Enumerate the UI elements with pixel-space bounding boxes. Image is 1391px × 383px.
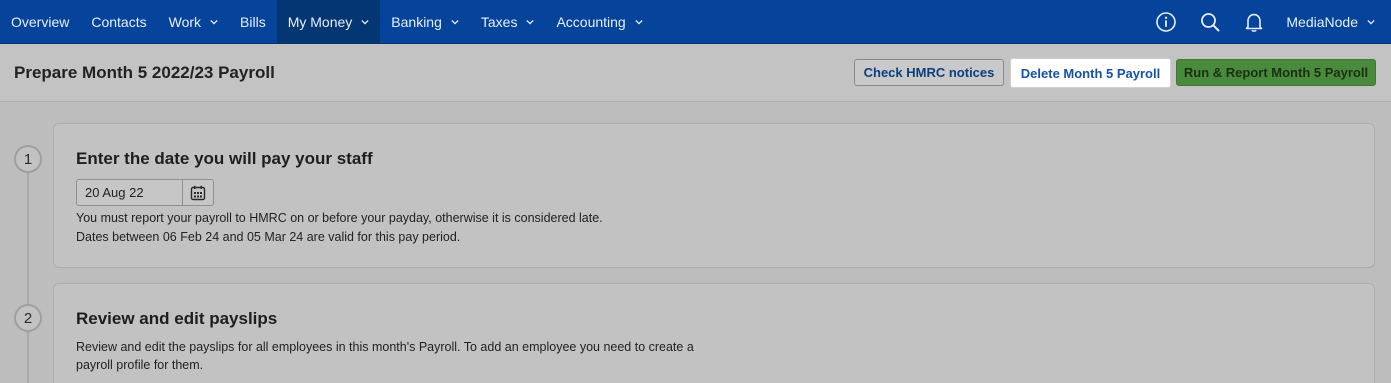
- nav-label: Accounting: [556, 13, 626, 30]
- nav-contacts[interactable]: Contacts: [80, 0, 157, 43]
- page-title: Prepare Month 5 2022/23 Payroll: [14, 63, 275, 82]
- top-nav: Overview Contacts Work Bills My Money Ba…: [0, 0, 1391, 44]
- step-number-1: 1: [14, 145, 42, 173]
- nav-label: Work: [168, 13, 202, 30]
- nav-label: Bills: [240, 13, 266, 30]
- nav-label: Overview: [11, 13, 70, 30]
- info-button[interactable]: [1144, 0, 1188, 44]
- step-help-text: payroll profile for them.: [76, 358, 204, 372]
- calendar-button[interactable]: [182, 180, 213, 205]
- nav-label: Taxes: [480, 13, 518, 30]
- nav-label: My Money: [287, 13, 353, 30]
- step-card-pay-date: Enter the date you will pay your staff Y…: [53, 123, 1375, 268]
- check-hmrc-notices-button[interactable]: Check HMRC notices: [854, 59, 1004, 86]
- calendar-icon: [190, 185, 206, 200]
- chevron-down-icon: [526, 19, 535, 25]
- steps-timeline: [27, 160, 29, 383]
- chevron-down-icon: [210, 19, 218, 25]
- step-title: Enter the date you will pay your staff: [76, 149, 373, 168]
- chevron-down-icon: [635, 19, 643, 25]
- chevron-down-icon: [361, 19, 369, 25]
- notifications-button[interactable]: [1232, 0, 1276, 44]
- nav-overview[interactable]: Overview: [0, 0, 80, 43]
- step-title: Review and edit payslips: [76, 309, 278, 328]
- nav-banking[interactable]: Banking: [380, 0, 470, 43]
- page-header: Prepare Month 5 2022/23 Payroll Check HM…: [0, 44, 1391, 102]
- nav-label: Banking: [391, 13, 442, 30]
- nav-accounting[interactable]: Accounting: [545, 0, 653, 43]
- step-help-text: Dates between 06 Feb 24 and 05 Mar 24 ar…: [76, 230, 461, 244]
- search-button[interactable]: [1188, 0, 1232, 44]
- step-card-payslips: Review and edit payslips Review and edit…: [53, 283, 1375, 383]
- delete-payroll-button[interactable]: Delete Month 5 Payroll: [1010, 58, 1171, 88]
- step-help-text: You must report your payroll to HMRC on …: [76, 211, 603, 225]
- nav-taxes[interactable]: Taxes: [470, 0, 546, 43]
- bell-icon: [1246, 13, 1263, 32]
- user-menu[interactable]: MediaNode: [1276, 14, 1391, 30]
- step-help-text: Review and edit the payslips for all emp…: [76, 340, 694, 354]
- search-icon: [1201, 12, 1220, 31]
- chevron-down-icon: [1367, 19, 1375, 25]
- nav-right-group: MediaNode: [1144, 0, 1391, 43]
- nav-label: Contacts: [91, 13, 147, 30]
- pay-date-field: [76, 179, 214, 206]
- nav-my-money[interactable]: My Money: [276, 0, 381, 43]
- user-name: MediaNode: [1286, 13, 1358, 30]
- nav-bills[interactable]: Bills: [229, 0, 277, 43]
- run-report-payroll-button[interactable]: Run & Report Month 5 Payroll: [1176, 59, 1376, 86]
- step-number-2: 2: [14, 304, 42, 332]
- info-icon: [1156, 11, 1177, 32]
- nav-work[interactable]: Work: [158, 0, 229, 43]
- pay-date-input[interactable]: [77, 180, 182, 205]
- chevron-down-icon: [451, 19, 459, 25]
